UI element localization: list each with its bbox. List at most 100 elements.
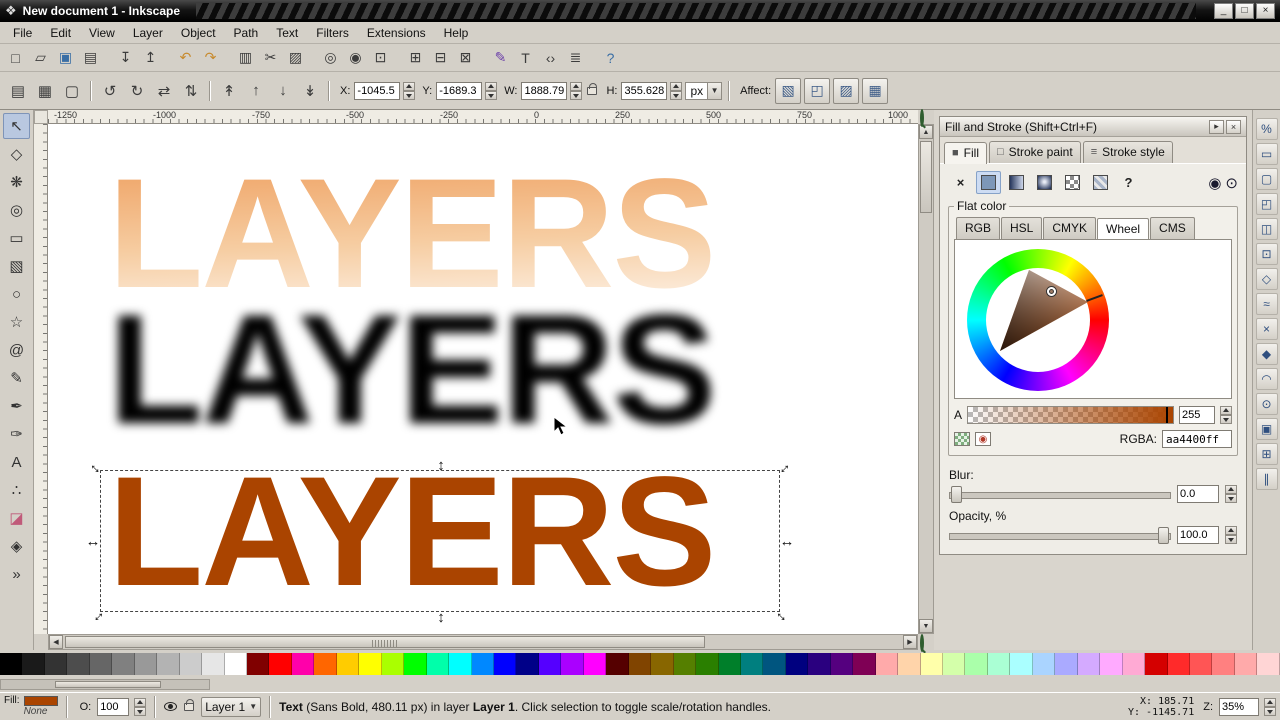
selection-handle-e[interactable]: ↔ [779, 533, 795, 550]
palette-swatch[interactable] [696, 653, 719, 675]
more-tools-button[interactable]: » [3, 561, 30, 587]
palette-swatch[interactable] [1190, 653, 1213, 675]
chevron-down-icon[interactable]: ▼ [707, 82, 722, 99]
clone-button[interactable]: ⊟ [429, 46, 452, 69]
selection-handle-s[interactable]: ↕ [433, 609, 449, 626]
spray-tool[interactable]: ∴ [3, 477, 30, 503]
spin-up-icon[interactable] [1225, 526, 1237, 535]
scroll-right-button[interactable]: ▶ [903, 635, 917, 649]
height-field[interactable] [621, 81, 668, 100]
palette-swatch[interactable] [853, 653, 876, 675]
select-all-button[interactable]: ▤ [6, 78, 30, 104]
tweak-tool[interactable]: ❋ [3, 169, 30, 195]
menu-filters[interactable]: Filters [307, 23, 358, 43]
palette-swatch[interactable] [651, 653, 674, 675]
palette-swatch[interactable] [381, 653, 405, 675]
star-tool[interactable]: ☆ [3, 309, 30, 335]
fill-unknown-button[interactable]: ? [1116, 171, 1141, 194]
spin-up-icon[interactable] [570, 81, 583, 91]
scroll-down-button[interactable]: ▼ [919, 619, 933, 633]
copy-button[interactable]: ▥ [234, 46, 257, 69]
new-document-button[interactable]: □ [4, 46, 27, 69]
zoom-field[interactable] [1219, 697, 1259, 716]
alpha-slider-handle[interactable] [1166, 407, 1168, 423]
spin-down-icon[interactable] [570, 90, 583, 100]
palette-swatch[interactable] [493, 653, 517, 675]
palette-swatch[interactable] [583, 653, 607, 675]
pencil-tool[interactable]: ✎ [3, 365, 30, 391]
palette-swatch[interactable] [1257, 653, 1280, 675]
eraser-tool[interactable]: ◪ [3, 505, 30, 531]
restore-button[interactable]: □ [1235, 3, 1254, 19]
palette-swatch[interactable] [22, 653, 45, 675]
bezier-tool[interactable]: ✒ [3, 393, 30, 419]
palette-swatch[interactable] [1010, 653, 1033, 675]
fill-linear-gradient-button[interactable] [1004, 171, 1029, 194]
snap-bbox-button[interactable]: ▭ [1255, 143, 1278, 165]
snap-page-button[interactable]: ▣ [1255, 418, 1278, 440]
rgba-field[interactable] [1162, 430, 1232, 448]
fill-color-swatch[interactable] [23, 696, 58, 706]
selection-handle-nw[interactable]: ↔ [86, 456, 109, 479]
snap-centers-button[interactable]: ⊙ [1255, 393, 1278, 415]
snap-bbox-edges-button[interactable]: ▢ [1255, 168, 1278, 190]
palette-swatch[interactable] [943, 653, 966, 675]
palette-swatch[interactable] [965, 653, 988, 675]
menu-path[interactable]: Path [225, 23, 268, 43]
cut-button[interactable]: ✂ [259, 46, 282, 69]
import-button[interactable]: ↧ [114, 46, 137, 69]
duplicate-button[interactable]: ⊞ [404, 46, 427, 69]
spin-down-icon[interactable] [485, 90, 498, 100]
vertical-scroll-thumb[interactable] [920, 141, 932, 213]
selection-handle-n[interactable]: ↕ [433, 457, 449, 474]
color-tab-wheel[interactable]: Wheel [1097, 218, 1150, 240]
palette-swatch[interactable] [628, 653, 652, 675]
zoom-corner-button[interactable] [920, 634, 924, 652]
selector-tool[interactable]: ↖ [3, 113, 30, 139]
spin-up-icon[interactable] [1225, 485, 1237, 494]
blur-slider-handle[interactable] [951, 485, 962, 503]
spiral-tool[interactable]: @ [3, 337, 30, 363]
menu-file[interactable]: File [4, 23, 41, 43]
palette-swatch[interactable] [538, 653, 562, 675]
palette-swatch[interactable] [336, 653, 360, 675]
horizontal-scroll-thumb[interactable] [65, 636, 705, 648]
fill-pattern-button[interactable] [1060, 171, 1085, 194]
paint-bucket-tool[interactable]: ◈ [3, 533, 30, 559]
rotate-ccw-button[interactable]: ↺ [98, 78, 122, 104]
fill-none-button[interactable]: × [948, 171, 973, 194]
y-spinner[interactable] [485, 81, 498, 100]
menu-view[interactable]: View [80, 23, 124, 43]
opacity-status-spinner[interactable] [134, 697, 147, 716]
layer-visibility-icon[interactable] [164, 702, 178, 711]
selection-handle-w[interactable]: ↔ [85, 533, 101, 550]
palette-swatch[interactable] [202, 653, 225, 675]
raise-button[interactable]: ↑ [244, 78, 268, 104]
palette-swatch[interactable] [1167, 653, 1191, 675]
alpha-spinner[interactable] [1220, 406, 1232, 424]
selection-handle-ne[interactable]: ↔ [772, 456, 795, 479]
palette-swatch[interactable] [426, 653, 450, 675]
export-button[interactable]: ↥ [139, 46, 162, 69]
snap-grid-button[interactable]: ⊞ [1255, 443, 1278, 465]
opacity-status-field[interactable] [97, 697, 130, 716]
snap-bbox-midpoints-button[interactable]: ◫ [1255, 218, 1278, 240]
zoom-page-button[interactable]: ⊡ [369, 46, 392, 69]
palette-swatch[interactable] [314, 653, 337, 675]
move-gradients-toggle[interactable]: ▨ [833, 77, 860, 104]
menu-object[interactable]: Object [172, 23, 225, 43]
redo-button[interactable]: ↷ [199, 46, 222, 69]
spin-down-icon[interactable] [1225, 494, 1237, 503]
fill-stroke-indicator[interactable]: Fill: None [4, 696, 58, 717]
ellipse-tool[interactable]: ○ [3, 281, 30, 307]
scale-corners-toggle[interactable]: ◰ [804, 77, 831, 104]
palette-swatch[interactable] [1234, 653, 1258, 675]
palette-swatch[interactable] [808, 653, 831, 675]
units-dropdown[interactable]: px ▼ [685, 81, 723, 100]
text-object-blurred[interactable]: LAYERS [108, 292, 716, 448]
width-field[interactable] [521, 81, 568, 100]
unlink-clone-button[interactable]: ⊠ [454, 46, 477, 69]
palette-swatch[interactable] [1145, 653, 1168, 675]
palette-chip-icon[interactable] [954, 432, 970, 446]
palette-scroll-thumb[interactable] [55, 681, 161, 688]
